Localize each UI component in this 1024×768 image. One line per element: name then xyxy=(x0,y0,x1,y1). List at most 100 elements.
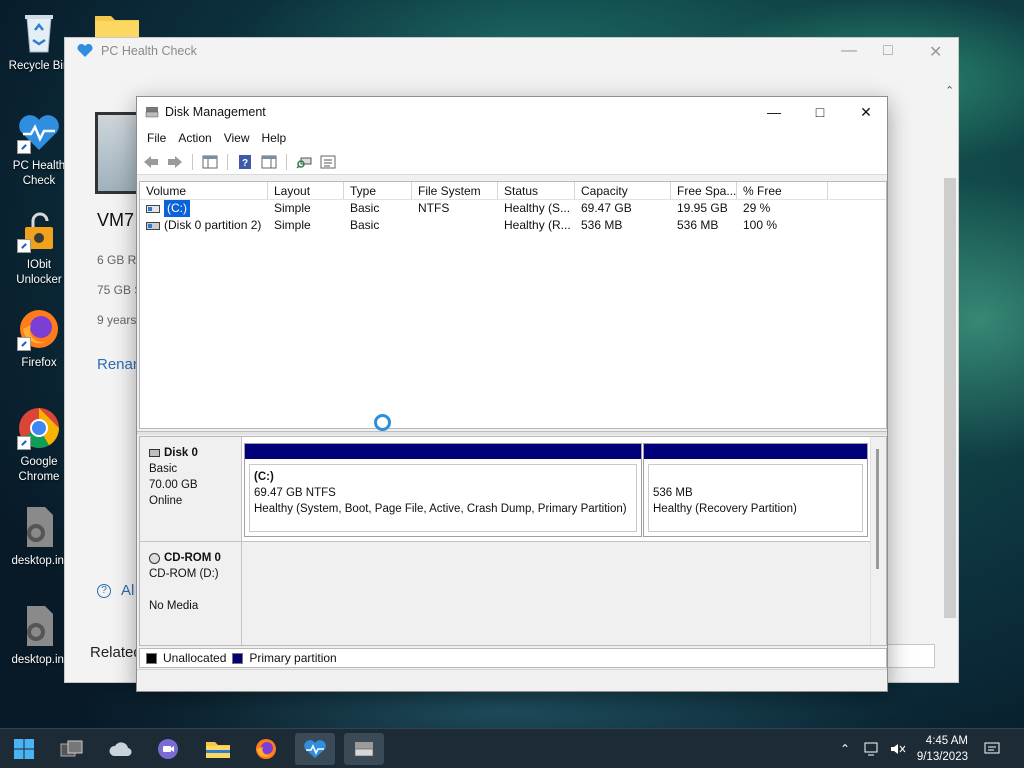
firefox-taskbar-button[interactable] xyxy=(246,733,286,765)
column-header-capacity[interactable]: Capacity xyxy=(575,182,671,199)
console-tree-icon xyxy=(202,155,218,168)
volume-button[interactable] xyxy=(890,729,906,768)
disk-0-name: Disk 0 xyxy=(164,447,198,459)
related-button[interactable] xyxy=(887,644,935,668)
show-hide-console-tree-button[interactable] xyxy=(200,153,220,171)
heart-pulse-icon xyxy=(77,44,93,57)
rename-link[interactable]: Renan xyxy=(97,356,141,373)
scrollbar-thumb[interactable] xyxy=(944,178,956,618)
volume-list[interactable]: Volume Layout Type File System Status Ca… xyxy=(139,181,887,429)
column-header-percent-free[interactable]: % Free xyxy=(737,182,828,199)
partition-c[interactable]: (C:) 69.47 GB NTFS Healthy (System, Boot… xyxy=(244,443,642,537)
connect-virtual-disk-button[interactable] xyxy=(294,153,314,171)
partition-recovery[interactable]: 536 MB Healthy (Recovery Partition) xyxy=(643,443,868,537)
teams-chat-button[interactable] xyxy=(148,733,188,765)
disk-view-scrollbar[interactable] xyxy=(870,437,886,645)
firefox-icon xyxy=(15,305,63,353)
window-title: PC Health Check xyxy=(101,44,197,58)
volume-list-header: Volume Layout Type File System Status Ca… xyxy=(140,182,886,200)
percent-free-cell: 100 % xyxy=(743,218,778,232)
status-cell: Healthy (S... xyxy=(504,201,571,215)
menu-action[interactable]: Action xyxy=(172,131,217,145)
maximize-button[interactable]: □ xyxy=(883,42,893,60)
weather-widget-button[interactable] xyxy=(100,733,140,765)
menu-help[interactable]: Help xyxy=(256,131,293,145)
cdrom-0-media: No Media xyxy=(149,600,199,612)
partition-c-details: (C:) 69.47 GB NTFS Healthy (System, Boot… xyxy=(249,464,637,532)
settings-file-icon xyxy=(15,602,63,650)
cdrom-0-name: CD-ROM 0 xyxy=(164,552,221,564)
partition-status: Healthy (Recovery Partition) xyxy=(653,503,797,515)
back-button[interactable] xyxy=(141,153,161,171)
partition-size: 69.47 GB NTFS xyxy=(254,487,336,499)
properties-list-icon xyxy=(320,155,336,168)
table-row[interactable]: (C:) Simple Basic NTFS Healthy (S... 69.… xyxy=(140,200,886,217)
start-button[interactable] xyxy=(4,733,44,765)
vertical-scrollbar[interactable]: ⌃ xyxy=(942,82,958,620)
disk-0-label[interactable]: Disk 0 Basic 70.00 GB Online xyxy=(140,437,242,541)
help-link[interactable]: ? Al xyxy=(97,582,134,599)
network-status-button[interactable] xyxy=(864,729,880,768)
properties-button[interactable] xyxy=(318,153,338,171)
system-clock[interactable]: 4:45 AM 9/13/2023 xyxy=(917,733,968,765)
help-button[interactable]: ? xyxy=(235,153,255,171)
disk-management-window: Disk Management — □ ✕ File Action View H… xyxy=(136,96,888,692)
notification-icon xyxy=(984,742,1000,754)
percent-free-cell: 29 % xyxy=(743,201,771,215)
forward-arrow-icon xyxy=(168,155,182,168)
task-view-button[interactable] xyxy=(52,733,92,765)
chat-camera-icon xyxy=(158,739,178,759)
minimize-button[interactable]: — xyxy=(751,97,797,127)
partition-size: 536 MB xyxy=(653,487,693,499)
maximize-button[interactable]: □ xyxy=(797,97,843,127)
column-header-type[interactable]: Type xyxy=(344,182,412,199)
column-header-layout[interactable]: Layout xyxy=(268,182,344,199)
cdrom-0-drive: CD-ROM (D:) xyxy=(149,568,219,580)
minimize-button[interactable]: — xyxy=(841,42,857,60)
disk-management-taskbar-button[interactable] xyxy=(344,733,384,765)
show-hide-action-pane-button[interactable] xyxy=(259,153,279,171)
close-button[interactable]: ✕ xyxy=(929,42,942,62)
file-system-cell: NTFS xyxy=(418,201,450,215)
notifications-button[interactable] xyxy=(984,729,1000,768)
scroll-up-icon[interactable]: ⌃ xyxy=(945,84,954,97)
disk-graphical-view: Disk 0 Basic 70.00 GB Online (C:) 69.47 … xyxy=(139,436,887,646)
desktop-icon-label: desktop.ini xyxy=(11,555,67,567)
legend: Unallocated Primary partition xyxy=(139,648,887,668)
layout-cell: Simple xyxy=(274,201,311,215)
pc-health-check-icon xyxy=(304,740,326,758)
menu-file[interactable]: File xyxy=(141,131,172,145)
file-explorer-button[interactable] xyxy=(198,733,238,765)
legend-label-primary: Primary partition xyxy=(249,651,337,665)
column-header-free-space[interactable]: Free Spa... xyxy=(671,182,737,199)
pc-health-check-taskbar-button[interactable] xyxy=(295,733,335,765)
column-header-volume[interactable]: Volume xyxy=(140,182,268,199)
desktop-icon-label: Google Chrome xyxy=(18,456,60,483)
desktop-icon-label: desktop.ini xyxy=(11,654,67,666)
column-header-file-system[interactable]: File System xyxy=(412,182,498,199)
menu-view[interactable]: View xyxy=(218,131,256,145)
help-book-icon: ? xyxy=(239,154,251,169)
show-hidden-icons-button[interactable]: ⌃ xyxy=(840,729,850,768)
pane-splitter[interactable] xyxy=(137,431,887,435)
folder-icon[interactable] xyxy=(95,12,139,38)
cd-drive-icon xyxy=(149,552,160,564)
firefox-icon xyxy=(256,739,276,759)
capacity-cell: 536 MB xyxy=(581,218,623,232)
help-link-label: Al xyxy=(121,582,135,599)
clock-time: 4:45 AM xyxy=(925,735,968,747)
toolbar-separator xyxy=(192,153,193,170)
close-button[interactable]: ✕ xyxy=(843,97,889,127)
table-row[interactable]: (Disk 0 partition 2) Simple Basic Health… xyxy=(140,217,886,234)
cdrom-0-label[interactable]: CD-ROM 0 CD-ROM (D:) No Media xyxy=(140,541,242,645)
toolbar-separator xyxy=(286,153,287,170)
cdrom-0-area[interactable] xyxy=(242,541,870,645)
column-header-status[interactable]: Status xyxy=(498,182,575,199)
forward-button[interactable] xyxy=(165,153,185,171)
disk-0-name-row: Disk 0 xyxy=(149,445,241,461)
pc-health-check-titlebar: PC Health Check xyxy=(77,44,197,58)
scrollbar-thumb[interactable] xyxy=(876,449,879,569)
desktop-icon-label: IObit Unlocker xyxy=(16,259,62,286)
disk-search-icon xyxy=(296,157,312,169)
